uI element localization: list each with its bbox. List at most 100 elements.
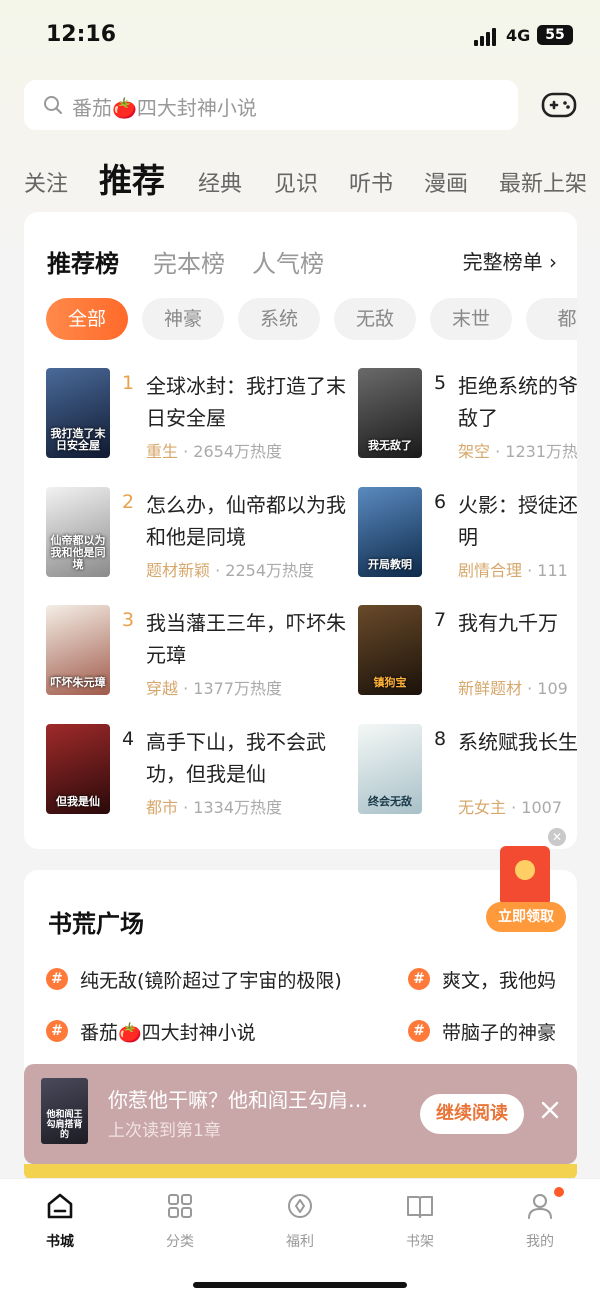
status-time: 12:16 bbox=[46, 22, 117, 47]
grid-icon bbox=[168, 1194, 192, 1218]
tab-recommend[interactable]: 推荐 bbox=[99, 154, 165, 202]
book-item[interactable]: 我打造了末日安全屋 1 全球冰封：我打造了末日安全屋 重生 · 2654万热度 bbox=[46, 368, 366, 468]
book-cover: 吓坏朱元璋 bbox=[46, 605, 110, 695]
topic-item[interactable]: # 纯无敌(镜阶超过了宇宙的极限) bbox=[46, 966, 386, 996]
book-meta: 无女主 · 1007 bbox=[458, 798, 562, 817]
nav-profile[interactable]: 我的 bbox=[480, 1179, 600, 1259]
chip-all[interactable]: 全部 bbox=[46, 298, 128, 340]
red-packet-icon[interactable] bbox=[500, 846, 550, 906]
rank-number: 2 bbox=[122, 491, 135, 513]
genre-chips: 全部 神豪 系统 无敌 末世 都 bbox=[46, 298, 577, 342]
notification-dot bbox=[554, 1187, 564, 1197]
rank-number: 1 bbox=[122, 372, 135, 394]
continue-progress: 上次读到第1章 bbox=[108, 1121, 221, 1141]
rank-number: 3 bbox=[122, 609, 135, 631]
chip-system[interactable]: 系统 bbox=[238, 298, 320, 340]
book-title: 全球冰封：我打造了末日安全屋 bbox=[146, 374, 346, 430]
book-title: 怎么办，仙帝都以为我和他是同境 bbox=[146, 493, 346, 549]
book-item[interactable]: 仙帝都以为我和他是同境 2 怎么办，仙帝都以为我和他是同境 题材新颖 · 225… bbox=[46, 487, 366, 587]
claim-now-button[interactable]: 立即领取 bbox=[486, 902, 566, 932]
full-list-link[interactable]: 完整榜单 › bbox=[463, 246, 557, 275]
tab-follow[interactable]: 关注 bbox=[24, 166, 68, 198]
nav-category[interactable]: 分类 bbox=[120, 1179, 240, 1259]
topic-item[interactable]: # 爽文，我他妈 bbox=[408, 966, 577, 996]
rank-number: 6 bbox=[434, 491, 447, 513]
search-icon bbox=[44, 96, 62, 114]
home-icon bbox=[47, 1193, 73, 1219]
search-bar[interactable]: 番茄🍅四大封神小说 bbox=[24, 80, 518, 130]
topic-item[interactable]: # 带脑子的神豪 bbox=[408, 1018, 577, 1048]
book-cover: 我打造了末日安全屋 bbox=[46, 368, 110, 458]
hashtag-icon: # bbox=[46, 1020, 68, 1042]
chip-urban[interactable]: 都 bbox=[526, 298, 577, 340]
book-cover: 终会无敌 bbox=[358, 724, 422, 814]
ranking-card: 推荐榜 完本榜 人气榜 完整榜单 › 全部 神豪 系统 无敌 末世 都 我打造了… bbox=[24, 212, 577, 849]
chip-invincible[interactable]: 无敌 bbox=[334, 298, 416, 340]
book-item[interactable]: 吓坏朱元璋 3 我当藩王三年，吓坏朱元璋 穿越 · 1377万热度 bbox=[46, 605, 366, 705]
rank-number: 7 bbox=[434, 609, 447, 631]
book-item[interactable]: 镇狗宝 7 我有九千万 新鲜题材 · 109 bbox=[358, 605, 577, 705]
nav-bookshelf[interactable]: 书架 bbox=[360, 1179, 480, 1259]
rank-number: 5 bbox=[434, 372, 447, 394]
nav-welfare[interactable]: 福利 bbox=[240, 1179, 360, 1259]
rank-number: 8 bbox=[434, 728, 447, 750]
tab-new-arrivals[interactable]: 最新上架 bbox=[499, 166, 587, 198]
book-item[interactable]: 终会无敌 8 系统赋我长生终会无敌 无女主 · 1007 bbox=[358, 724, 577, 824]
continue-reading-bar[interactable]: 他和阎王勾肩搭背的 你惹他干嘛？他和阎王勾肩… 上次读到第1章 继续阅读 bbox=[24, 1064, 577, 1164]
topic-item[interactable]: # 番茄🍅四大封神小说 bbox=[46, 1018, 386, 1048]
chip-rich[interactable]: 神豪 bbox=[142, 298, 224, 340]
book-item[interactable]: 开局教明 6 火影：授徒还，开局教明 剧情合理 · 111 bbox=[358, 487, 577, 587]
user-icon bbox=[528, 1194, 552, 1219]
continue-reading-button[interactable]: 继续阅读 bbox=[420, 1094, 524, 1134]
continue-book-title: 你惹他干嘛？他和阎王勾肩… bbox=[108, 1088, 368, 1112]
book-cover: 仙帝都以为我和他是同境 bbox=[46, 487, 110, 577]
book-cover: 开局教明 bbox=[358, 487, 422, 577]
chip-apocalypse[interactable]: 末世 bbox=[430, 298, 512, 340]
book-title: 我有九千万 bbox=[458, 611, 558, 635]
hashtag-icon: # bbox=[408, 1020, 430, 1042]
book-cover: 我无敌了 bbox=[358, 368, 422, 458]
nav-bookstore[interactable]: 书城 bbox=[0, 1179, 120, 1259]
continue-book-cover: 他和阎王勾肩搭背的 bbox=[41, 1078, 88, 1144]
network-type: 4G bbox=[506, 26, 531, 45]
book-title: 我当藩王三年，吓坏朱元璋 bbox=[146, 611, 346, 667]
cellular-signal-icon bbox=[474, 26, 500, 46]
book-title: 系统赋我长生终会无敌 bbox=[458, 730, 577, 754]
bottom-nav: 书城 分类 福利 书架 我的 bbox=[0, 1178, 600, 1299]
book-title: 高手下山，我不会武功，但我是仙 bbox=[146, 730, 326, 786]
book-meta: 题材新颖 · 2254万热度 bbox=[146, 561, 315, 580]
tab-classic[interactable]: 经典 bbox=[198, 166, 242, 198]
status-bar: 12:16 4G 55 bbox=[0, 0, 600, 70]
book-cover: 但我是仙 bbox=[46, 724, 110, 814]
book-cover: 镇狗宝 bbox=[358, 605, 422, 695]
home-indicator bbox=[193, 1282, 407, 1288]
book-item[interactable]: 我无敌了 5 拒绝系统的爷后，我无敌了 架空 · 1231万热 bbox=[358, 368, 577, 468]
tab-audiobook[interactable]: 听书 bbox=[349, 166, 393, 198]
book-meta: 剧情合理 · 111 bbox=[458, 561, 568, 580]
tab-comics[interactable]: 漫画 bbox=[424, 166, 468, 198]
tab-recommend-rank[interactable]: 推荐榜 bbox=[47, 244, 119, 279]
book-meta: 穿越 · 1377万热度 bbox=[146, 679, 283, 698]
category-tabs: 关注 推荐 经典 见识 听书 漫画 最新上架 bbox=[0, 150, 600, 202]
battery-icon: 55 bbox=[537, 25, 573, 45]
tab-insight[interactable]: 见识 bbox=[274, 166, 318, 198]
coin-icon bbox=[288, 1194, 312, 1218]
hashtag-icon: # bbox=[408, 968, 430, 990]
book-meta: 重生 · 2654万热度 bbox=[146, 442, 283, 461]
book-icon bbox=[407, 1196, 433, 1218]
book-square-title: 书荒广场 bbox=[48, 910, 144, 938]
tab-popular-rank[interactable]: 人气榜 bbox=[252, 244, 324, 279]
book-meta: 架空 · 1231万热 bbox=[458, 442, 577, 461]
gamepad-icon[interactable] bbox=[540, 88, 578, 122]
promo-close-icon[interactable]: ✕ bbox=[548, 828, 566, 846]
search-placeholder: 番茄🍅四大封神小说 bbox=[72, 96, 257, 120]
close-icon[interactable] bbox=[538, 1098, 562, 1122]
hashtag-icon: # bbox=[46, 968, 68, 990]
book-meta: 新鲜题材 · 109 bbox=[458, 679, 568, 698]
book-meta: 都市 · 1334万热度 bbox=[146, 798, 283, 817]
rank-number: 4 bbox=[122, 728, 135, 750]
book-title: 火影：授徒还，开局教明 bbox=[458, 493, 577, 549]
tab-completed-rank[interactable]: 完本榜 bbox=[153, 244, 225, 279]
book-title: 拒绝系统的爷后，我无敌了 bbox=[458, 374, 577, 430]
book-item[interactable]: 但我是仙 4 高手下山，我不会武功，但我是仙 都市 · 1334万热度 bbox=[46, 724, 366, 824]
